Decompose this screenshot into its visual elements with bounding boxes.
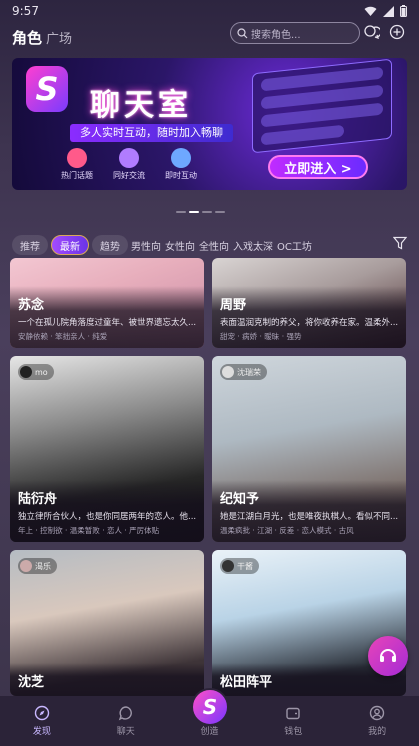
carousel-dot <box>215 211 225 213</box>
banner-title: 聊天室 <box>90 88 192 123</box>
chip-recommended[interactable]: 推荐 <box>12 235 48 255</box>
creator-badge: 干酱 <box>220 558 259 574</box>
signal-icon <box>383 5 394 17</box>
search-icon <box>237 27 248 38</box>
character-tags: 年上 · 控制欲 · 温柔暂败 · 恋人 · 严厉体贴 <box>18 526 160 535</box>
card-info: 陆衍舟 独立律所合伙人，也是你同居两年的恋人。他... 年上 · 控制欲 · 温… <box>10 480 204 542</box>
character-card[interactable]: 苏念 一个在孤儿院角落度过童年、被世界遗忘太久... 安静依赖 · 笨拙亲人 ·… <box>10 258 204 348</box>
character-tags: 安静依赖 · 笨拙亲人 · 纯爱 <box>18 332 108 341</box>
flame-icon <box>67 148 87 168</box>
people-icon <box>119 148 139 168</box>
carousel-dot <box>176 211 186 213</box>
creator-name: 沈瑞荣 <box>237 367 261 377</box>
chat-preview-graphic <box>252 58 392 154</box>
search-placeholder: 搜索角色... <box>251 29 301 41</box>
nav-discover[interactable]: 发现 <box>0 696 84 746</box>
feature-instant: 即时互动 <box>156 148 206 181</box>
creator-avatar <box>222 366 234 378</box>
card-info: 周野 表面温润克制的养父，将你收养在家。温柔外... 甜宠 · 病娇 · 暧昧 … <box>212 286 406 348</box>
nav-chat[interactable]: 聊天 <box>84 696 168 746</box>
carousel-dot <box>202 211 212 213</box>
chip-trending[interactable]: 趋势 <box>92 235 128 255</box>
character-desc: 表面温润克制的养父，将你收养在家。温柔外... <box>220 318 398 328</box>
card-info: 沈芝 <box>10 663 204 696</box>
creator-name: 干酱 <box>237 561 253 571</box>
profile-icon <box>369 705 385 721</box>
filter-male[interactable]: 男性向 <box>131 238 161 253</box>
tab-characters[interactable]: 角色 <box>12 27 42 48</box>
creator-name: mo <box>35 367 48 377</box>
character-name: 松田阵平 <box>220 675 273 690</box>
tab-square[interactable]: 广场 <box>46 28 72 47</box>
character-name: 纪知予 <box>220 492 260 507</box>
creator-badge: 渴乐 <box>18 558 57 574</box>
character-name: 陆衍舟 <box>18 492 58 507</box>
nav-label: 发现 <box>32 727 51 737</box>
character-tags: 甜宠 · 病娇 · 暧昧 · 强势 <box>220 332 302 341</box>
filter-icon[interactable] <box>393 236 407 250</box>
compass-icon <box>34 705 50 721</box>
creator-avatar <box>222 560 234 572</box>
character-tags: 温柔疯批 · 江湖 · 反差 · 恋人模式 · 古风 <box>220 526 354 535</box>
character-name: 苏念 <box>18 298 45 313</box>
top-nav: 角色 广场 搜索角色... <box>0 22 419 52</box>
status-time: 9:57 <box>12 4 39 18</box>
chat-bubbles-icon[interactable] <box>364 24 380 40</box>
nav-wallet[interactable]: 钱包 <box>251 696 335 746</box>
add-icon[interactable] <box>389 24 405 40</box>
chat-icon <box>118 706 132 721</box>
creator-badge: 沈瑞荣 <box>220 364 267 380</box>
character-card[interactable]: 沈瑞荣 纪知予 她是江湖白月光，也是唯夜执棋人。看似不同... 温柔疯批 · 江… <box>212 356 406 542</box>
app-page: 9:57 角色 广场 搜索角色... S 聊天室 多人实时互动，随时加入畅聊 热… <box>0 0 419 746</box>
status-icons <box>364 5 407 17</box>
character-desc: 独立律所合伙人，也是你同居两年的恋人。他... <box>18 512 196 522</box>
headset-icon <box>380 649 396 662</box>
creator-avatar <box>20 366 32 378</box>
battery-icon <box>400 5 407 17</box>
filter-immersive[interactable]: 入戏太深 <box>233 238 273 253</box>
feature-label: 同好交流 <box>113 171 145 180</box>
nav-label: 钱包 <box>284 727 303 737</box>
customer-service-button[interactable] <box>368 636 408 676</box>
wallet-icon <box>286 707 300 720</box>
character-name: 沈芝 <box>18 675 45 690</box>
carousel-dot-active <box>189 211 199 213</box>
status-bar: 9:57 <box>0 0 419 22</box>
character-card[interactable]: 周野 表面温润克制的养父，将你收养在家。温柔外... 甜宠 · 病娇 · 暧昧 … <box>212 258 406 348</box>
character-card[interactable]: mo 陆衍舟 独立律所合伙人，也是你同居两年的恋人。他... 年上 · 控制欲 … <box>10 356 204 542</box>
filter-female[interactable]: 女性向 <box>165 238 195 253</box>
character-desc: 她是江湖白月光，也是唯夜执棋人。看似不同... <box>220 512 398 522</box>
creator-avatar <box>20 560 32 572</box>
creator-badge: mo <box>18 364 54 380</box>
feature-label: 热门话题 <box>61 171 93 180</box>
search-input[interactable]: 搜索角色... <box>230 22 360 44</box>
wifi-icon <box>364 6 377 16</box>
card-info: 纪知予 她是江湖白月光，也是唯夜执棋人。看似不同... 温柔疯批 · 江湖 · … <box>212 480 406 542</box>
nav-profile[interactable]: 我的 <box>335 696 419 746</box>
enter-now-button[interactable]: 立即进入 > <box>268 155 368 179</box>
nav-label: 我的 <box>368 727 387 737</box>
creator-name: 渴乐 <box>35 561 51 571</box>
character-name: 周野 <box>220 298 247 313</box>
filter-oc[interactable]: OC工坊 <box>277 238 312 253</box>
nav-label: 聊天 <box>116 727 135 737</box>
chip-latest[interactable]: 最新 <box>51 235 89 255</box>
app-logo: S <box>26 66 68 112</box>
character-card[interactable]: 干酱 松田阵平 <box>212 550 406 696</box>
feature-label: 即时互动 <box>165 171 197 180</box>
feature-community: 同好交流 <box>104 148 154 181</box>
card-info: 苏念 一个在孤儿院角落度过童年、被世界遗忘太久... 安静依赖 · 笨拙亲人 ·… <box>10 286 204 348</box>
character-desc: 一个在孤儿院角落度过童年、被世界遗忘太久... <box>18 318 196 328</box>
filter-all[interactable]: 全性向 <box>199 238 229 253</box>
feature-hot-topics: 热门话题 <box>52 148 102 181</box>
lightning-icon <box>171 148 191 168</box>
character-card[interactable]: 渴乐 沈芝 <box>10 550 204 696</box>
filter-bar: 推荐 最新 趋势 男性向 女性向 全性向 入戏太深 OC工坊 <box>12 234 407 256</box>
carousel-indicator <box>176 211 225 213</box>
banner-subtitle: 多人实时互动，随时加入畅聊 <box>70 124 233 142</box>
chatroom-banner[interactable]: S 聊天室 多人实时互动，随时加入畅聊 热门话题 同好交流 即时互动 立即进入 … <box>12 58 407 190</box>
create-button[interactable]: S <box>191 688 229 726</box>
